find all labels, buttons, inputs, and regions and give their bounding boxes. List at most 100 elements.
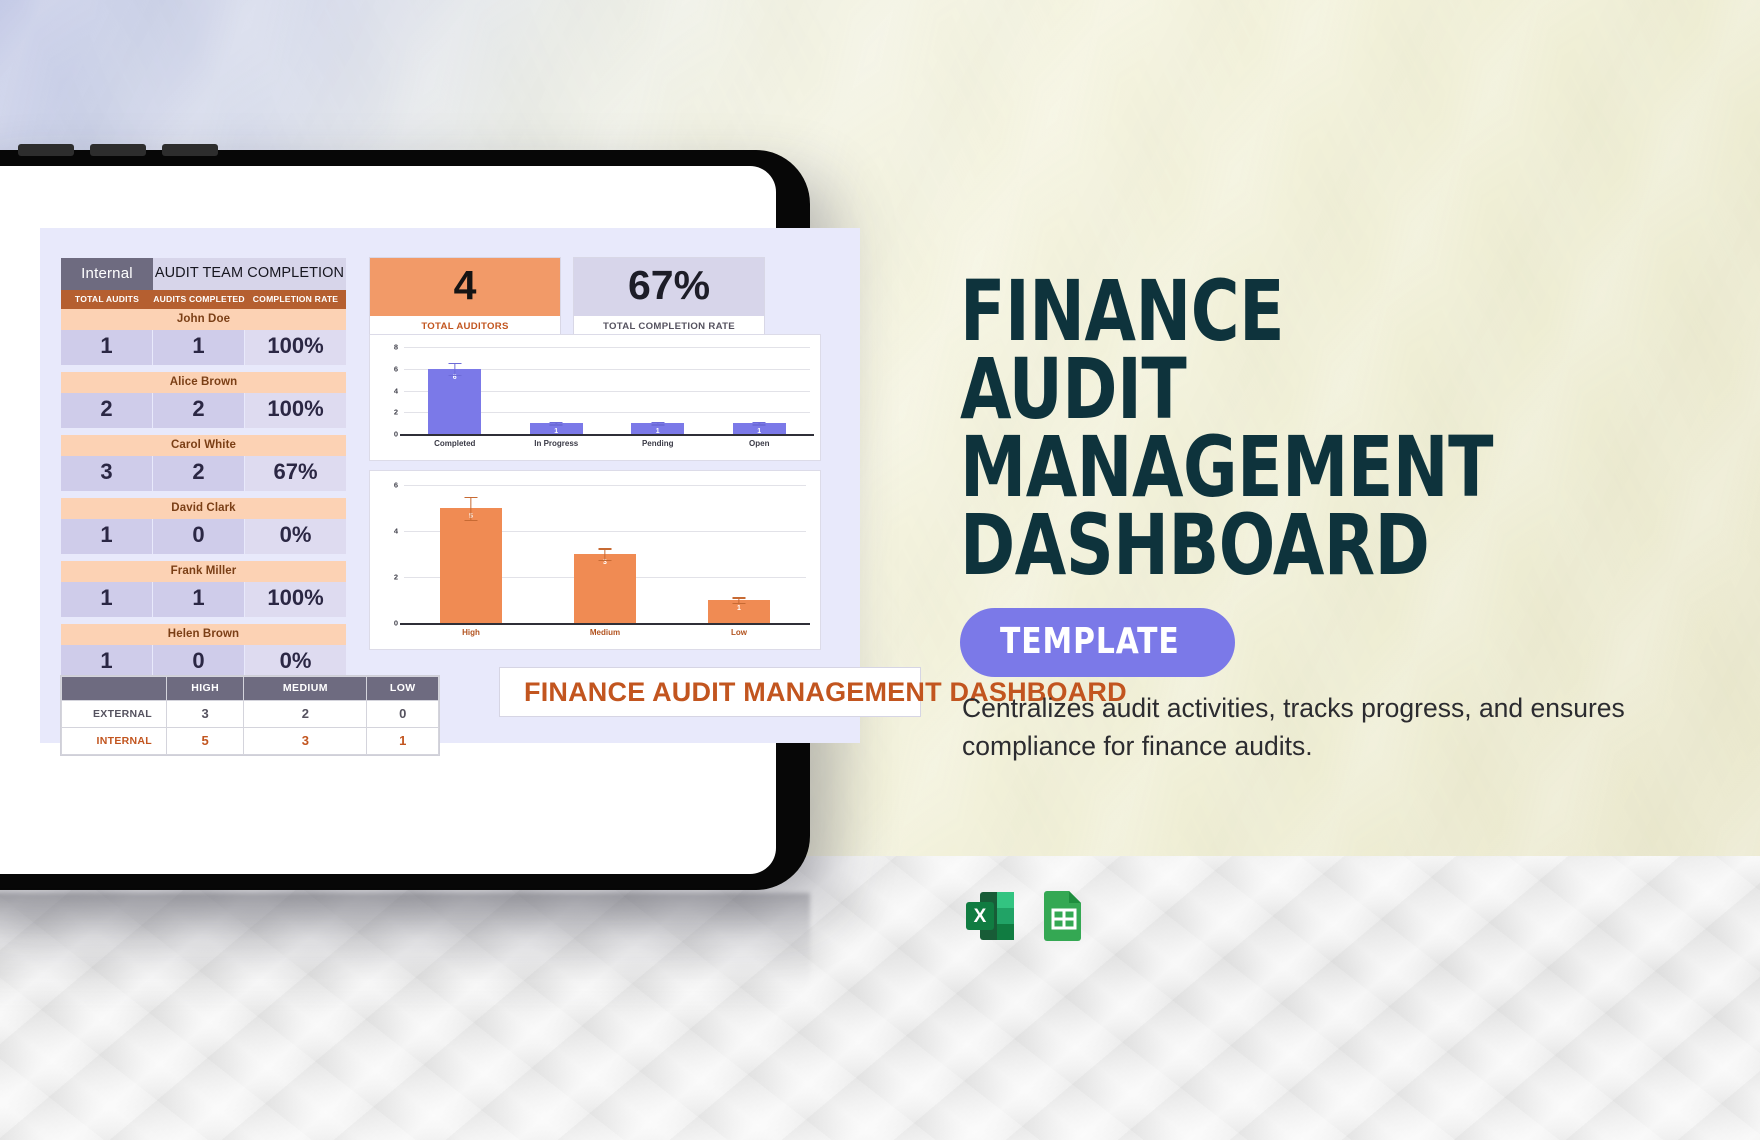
kpi-card-group: 4 TOTAL AUDITORS 67% TOTAL COMPLETION RA… [370,258,764,339]
y-axis-tick-label: 4 [393,386,398,395]
excel-icon-svg: X [966,892,1014,940]
y-axis-tick-label: 0 [393,618,398,628]
google-sheets-icon[interactable] [1036,888,1092,944]
x-axis-tick-label: Medium [589,628,621,637]
bar-value-label: 1 [554,428,559,436]
cell-audits-completed: 2 [153,456,245,491]
page-description: Centralizes audit activities, tracks pro… [962,693,1625,761]
cell-completion-rate: 0% [245,645,346,680]
cell-high: 3 [165,700,245,728]
file-format-icon-group: X [962,888,1092,944]
severity-col-blank [61,676,167,701]
y-axis-tick-label: 0 [393,429,398,439]
cell-audits-completed: 0 [153,519,245,554]
severity-header-row: HIGH MEDIUM LOW [61,676,439,701]
error-bar-cap [598,559,612,562]
template-badge-label: TEMPLATE [1000,621,1180,662]
table-row: Frank Miller 1 1 100% [61,561,346,617]
bar-value-label: 1 [737,605,741,612]
cell-medium: 3 [243,727,368,755]
x-axis-tick-label: High [462,628,480,637]
excel-icon[interactable]: X [962,888,1018,944]
x-axis-tick-label: Low [731,628,747,637]
cell-audits-completed: 0 [153,645,245,680]
cell-medium: 2 [243,700,368,728]
template-badge: TEMPLATE [960,608,1236,677]
y-axis-tick-label: 2 [393,407,398,417]
chart2-plot-area: 0 2 4 6 5 High 3 Medium 1 Low [370,471,820,649]
cell-total-audits: 3 [61,456,153,491]
column-header-completion-rate: COMPLETION RATE [252,294,339,304]
auditor-values: 1 0 0% [61,645,346,680]
kpi-value: 67% [574,258,764,317]
error-bar-cap [464,496,478,498]
table-row: John Doe 1 1 100% [61,309,346,365]
gridline [404,347,810,348]
error-bar-cap [549,424,563,426]
error-bar-cap [448,374,462,377]
page-title-line-2: MANAGEMENT [960,418,1494,517]
tablet-button-nub [162,144,218,156]
page-title-line-1: FINANCE AUDIT [960,262,1285,439]
auditor-name: Carol White [61,435,346,456]
error-bar [454,362,456,375]
chart1-plot-area: 0 2 4 6 8 6 Completed 1 In Progress 1 Pending 1 Open [370,335,820,460]
x-axis-tick-label: Pending [641,439,674,448]
error-bar [604,548,606,560]
cell-audits-completed: 2 [153,393,245,428]
x-axis-line [400,623,810,625]
y-axis-tick-label: 4 [393,526,398,536]
auditor-values: 1 1 100% [61,582,346,617]
team-table-column-headers: TOTAL AUDITS AUDITS COMPLETED COMPLETION… [61,290,346,309]
cell-total-audits: 1 [61,519,153,554]
error-bar-cap [549,421,563,424]
audit-status-bar-chart: 0 2 4 6 8 6 Completed 1 In Progress 1 Pending 1 Open [370,335,820,460]
table-row: Carol White 3 2 67% [61,435,346,491]
cell-total-audits: 1 [61,645,153,680]
auditor-name: David Clark [61,498,346,519]
auditor-values: 1 0 0% [61,519,346,554]
severity-row-label: EXTERNAL [61,700,167,728]
tablet-button-nub [18,144,74,156]
dashboard-footer-title-bar: FINANCE AUDIT MANAGEMENT DASHBOARD [500,668,1127,716]
promo-panel: FINANCE AUDIT MANAGEMENT DASHBOARD TEMPL… [960,0,1760,1140]
x-axis-tick-label: Completed [434,439,476,448]
cell-completion-rate: 67% [245,456,346,491]
auditor-values: 1 1 100% [61,330,346,365]
x-axis-tick-label: In Progress [534,439,579,448]
y-axis-tick-label: 6 [393,480,398,490]
severity-col-low: LOW [366,676,439,701]
internal-tag: Internal [61,258,153,290]
table-row: Helen Brown 1 0 0% [61,624,346,680]
tablet-reflection [0,893,810,1013]
cell-total-audits: 2 [61,393,153,428]
column-header-total-audits: TOTAL AUDITS [74,294,140,304]
svg-text:X: X [974,906,987,927]
y-axis-tick-label: 2 [393,572,398,582]
severity-col-high: HIGH [165,676,245,701]
kpi-value: 4 [370,258,560,317]
cell-completion-rate: 0% [245,519,346,554]
page-title-line-3: DASHBOARD [960,496,1430,595]
x-axis-tick-label: Open [749,439,770,448]
bar-value-label: 1 [757,428,762,436]
bar: 5 [440,508,502,623]
cell-low: 1 [366,727,439,755]
team-table-header-row: Internal AUDIT TEAM COMPLETION [61,258,346,290]
table-row: INTERNAL 5 3 1 [61,727,439,755]
bar: 6 [428,368,482,434]
dashboard-sheet: Internal AUDIT TEAM COMPLETION TOTAL AUD… [40,228,1127,755]
page-title: FINANCE AUDIT MANAGEMENT DASHBOARD [960,262,1523,595]
table-row: David Clark 1 0 0% [61,498,346,554]
auditor-name: John Doe [61,309,346,330]
gridline [404,485,806,486]
cell-completion-rate: 100% [245,582,346,617]
error-bar [470,496,472,520]
kpi-card-total-completion-rate: 67% TOTAL COMPLETION RATE [574,258,764,339]
y-axis-tick-label: 6 [393,364,398,374]
audit-team-completion-table: Internal AUDIT TEAM COMPLETION TOTAL AUD… [61,258,346,687]
team-table-title: AUDIT TEAM COMPLETION [153,258,346,290]
severity-row-label: INTERNAL [61,727,167,755]
column-header-audits-completed: AUDITS COMPLETED [153,294,245,304]
cell-low: 0 [366,700,439,728]
